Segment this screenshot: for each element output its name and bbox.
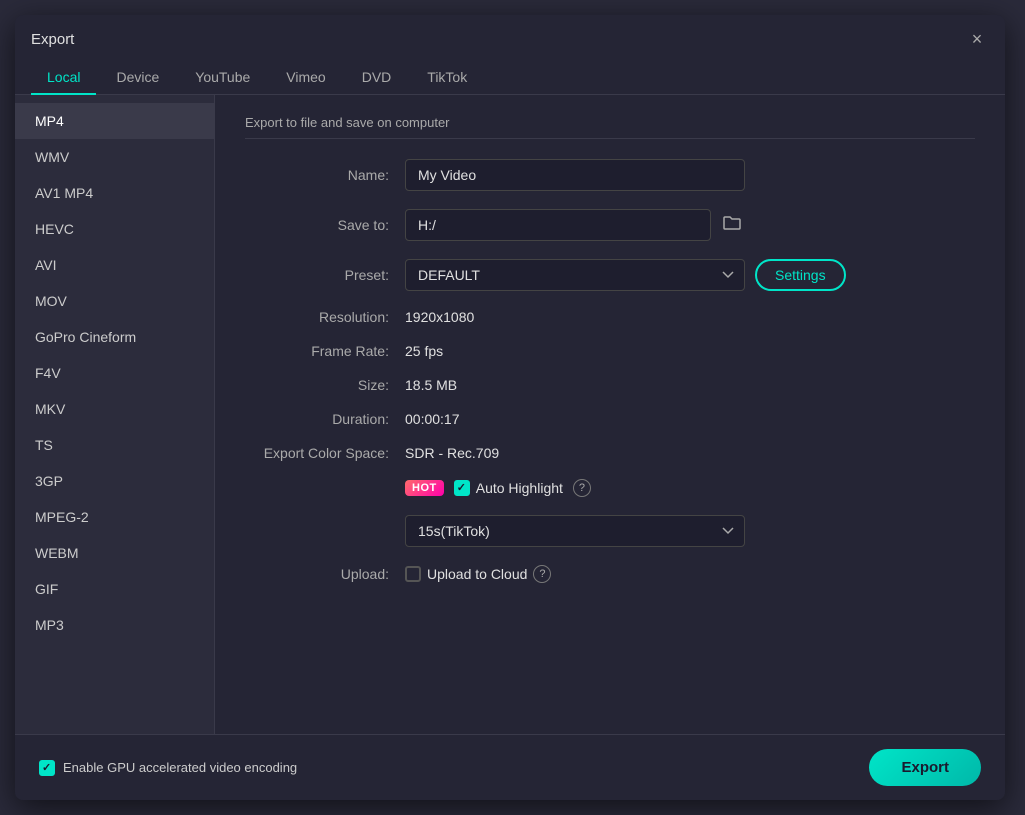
section-title: Export to file and save on computer — [245, 115, 975, 139]
upload-to-cloud-text: Upload to Cloud — [427, 566, 527, 582]
dialog-header: Export × — [15, 15, 1005, 61]
duration-label: Duration: — [245, 411, 405, 427]
tab-dvd[interactable]: DVD — [346, 61, 408, 95]
resolution-label: Resolution: — [245, 309, 405, 325]
upload-help-icon[interactable]: ? — [533, 565, 551, 583]
format-mkv[interactable]: MKV — [15, 391, 214, 427]
upload-row: Upload: Upload to Cloud ? — [245, 565, 975, 583]
color-space-value: SDR - Rec.709 — [405, 445, 499, 461]
format-gopro[interactable]: GoPro Cineform — [15, 319, 214, 355]
upload-to-cloud-checkbox[interactable] — [405, 566, 421, 582]
color-space-control: SDR - Rec.709 — [405, 445, 975, 461]
tab-youtube[interactable]: YouTube — [179, 61, 266, 95]
format-mp4[interactable]: MP4 — [15, 103, 214, 139]
frame-rate-label: Frame Rate: — [245, 343, 405, 359]
dialog-footer: Enable GPU accelerated video encoding Ex… — [15, 734, 1005, 800]
format-wmv[interactable]: WMV — [15, 139, 214, 175]
export-dialog: Export × Local Device YouTube Vimeo DVD … — [15, 15, 1005, 800]
folder-browse-button[interactable] — [719, 211, 745, 240]
resolution-row: Resolution: 1920x1080 — [245, 309, 975, 325]
folder-icon — [723, 215, 741, 231]
format-mp3[interactable]: MP3 — [15, 607, 214, 643]
upload-label: Upload: — [245, 566, 405, 582]
save-path-container — [405, 209, 745, 241]
export-button[interactable]: Export — [869, 749, 981, 786]
gpu-checkbox[interactable] — [39, 760, 55, 776]
duration-control: 00:00:17 — [405, 411, 975, 427]
format-3gp[interactable]: 3GP — [15, 463, 214, 499]
tiktok-row: 15s(TikTok) 30s(TikTok) 60s(TikTok) — [245, 515, 975, 547]
preset-label: Preset: — [245, 267, 405, 283]
settings-button[interactable]: Settings — [755, 259, 846, 291]
name-label: Name: — [245, 167, 405, 183]
auto-highlight-text: Auto Highlight — [476, 480, 563, 496]
main-content: Export to file and save on computer Name… — [215, 95, 1005, 734]
dialog-body: MP4 WMV AV1 MP4 HEVC AVI MOV GoPro Cinef… — [15, 95, 1005, 734]
resolution-value: 1920x1080 — [405, 309, 474, 325]
size-label: Size: — [245, 377, 405, 393]
format-f4v[interactable]: F4V — [15, 355, 214, 391]
resolution-control: 1920x1080 — [405, 309, 975, 325]
auto-highlight-help-icon[interactable]: ? — [573, 479, 591, 497]
tiktok-spacer — [245, 515, 405, 547]
save-to-control — [405, 209, 975, 241]
gpu-label[interactable]: Enable GPU accelerated video encoding — [39, 760, 297, 776]
preset-select[interactable]: DEFAULT High Quality Medium Quality Low … — [405, 259, 745, 291]
color-space-label: Export Color Space: — [245, 445, 405, 461]
name-control — [405, 159, 975, 191]
hot-badge: HOT — [405, 480, 444, 496]
size-value: 18.5 MB — [405, 377, 457, 393]
preset-control: DEFAULT High Quality Medium Quality Low … — [405, 259, 975, 291]
close-button[interactable]: × — [965, 27, 989, 51]
overlay: Export × Local Device YouTube Vimeo DVD … — [0, 0, 1025, 815]
gpu-text: Enable GPU accelerated video encoding — [63, 760, 297, 775]
format-list: MP4 WMV AV1 MP4 HEVC AVI MOV GoPro Cinef… — [15, 95, 215, 734]
name-input[interactable] — [405, 159, 745, 191]
duration-row: Duration: 00:00:17 — [245, 411, 975, 427]
frame-rate-row: Frame Rate: 25 fps — [245, 343, 975, 359]
format-ts[interactable]: TS — [15, 427, 214, 463]
upload-container: Upload to Cloud ? — [405, 565, 551, 583]
auto-highlight-checkbox-label[interactable]: Auto Highlight — [454, 480, 563, 496]
upload-control: Upload to Cloud ? — [405, 565, 975, 583]
name-row: Name: — [245, 159, 975, 191]
auto-highlight-control: HOT Auto Highlight ? — [405, 479, 975, 497]
format-gif[interactable]: GIF — [15, 571, 214, 607]
tab-device[interactable]: Device — [100, 61, 175, 95]
format-mpeg2[interactable]: MPEG-2 — [15, 499, 214, 535]
duration-value: 00:00:17 — [405, 411, 460, 427]
size-row: Size: 18.5 MB — [245, 377, 975, 393]
tab-local[interactable]: Local — [31, 61, 96, 95]
save-to-label: Save to: — [245, 217, 405, 233]
highlight-container: HOT Auto Highlight ? — [405, 479, 591, 497]
format-av1mp4[interactable]: AV1 MP4 — [15, 175, 214, 211]
dialog-title: Export — [31, 31, 74, 48]
frame-rate-control: 25 fps — [405, 343, 975, 359]
preset-row: Preset: DEFAULT High Quality Medium Qual… — [245, 259, 975, 291]
save-to-row: Save to: — [245, 209, 975, 241]
tab-tiktok[interactable]: TikTok — [411, 61, 483, 95]
format-hevc[interactable]: HEVC — [15, 211, 214, 247]
format-webm[interactable]: WEBM — [15, 535, 214, 571]
tab-vimeo[interactable]: Vimeo — [270, 61, 341, 95]
save-path-input[interactable] — [405, 209, 711, 241]
size-control: 18.5 MB — [405, 377, 975, 393]
tiktok-duration-select[interactable]: 15s(TikTok) 30s(TikTok) 60s(TikTok) — [405, 515, 745, 547]
tab-bar: Local Device YouTube Vimeo DVD TikTok — [15, 61, 1005, 95]
auto-highlight-row: HOT Auto Highlight ? — [245, 479, 975, 497]
format-avi[interactable]: AVI — [15, 247, 214, 283]
frame-rate-value: 25 fps — [405, 343, 443, 359]
color-space-row: Export Color Space: SDR - Rec.709 — [245, 445, 975, 461]
format-mov[interactable]: MOV — [15, 283, 214, 319]
auto-highlight-checkbox[interactable] — [454, 480, 470, 496]
